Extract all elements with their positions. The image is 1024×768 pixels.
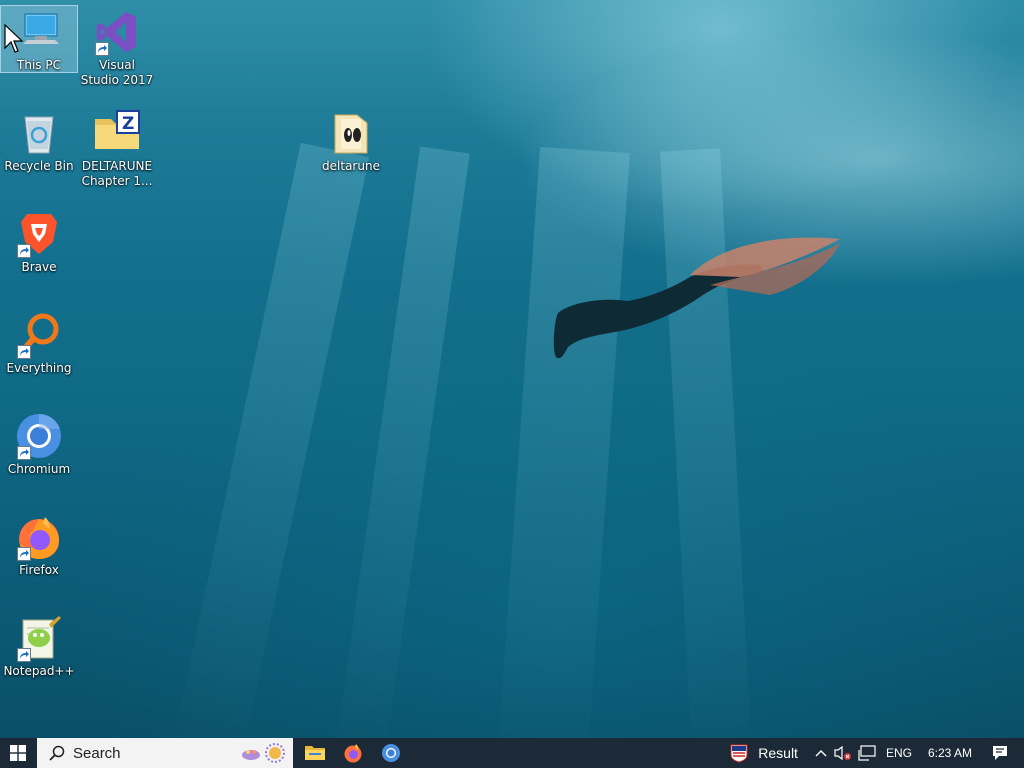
nfl-shield-icon [730, 744, 748, 763]
wallpaper-light-ray [333, 146, 470, 738]
notepad-plus-plus-icon [15, 614, 63, 662]
network-button[interactable] [854, 738, 880, 768]
zip-folder-icon: Z [93, 109, 141, 157]
desktop-icon-deltarune-zip[interactable]: Z DELTARUNE Chapter 1... [79, 107, 155, 189]
show-desktop-button[interactable] [1018, 738, 1024, 768]
mouse-cursor-icon [4, 24, 24, 53]
taskbar-chromium[interactable] [371, 738, 411, 768]
network-icon [858, 745, 876, 761]
desktop-icon-everything[interactable]: Everything [1, 309, 77, 376]
desktop-icon-chromium[interactable]: Chromium [1, 410, 77, 477]
brave-icon [15, 210, 63, 258]
desktop-icon-label: DELTARUNE Chapter 1... [81, 159, 153, 188]
tray-widget[interactable]: Result [724, 738, 804, 768]
shortcut-arrow-icon [17, 547, 31, 561]
search-icon [49, 745, 65, 761]
search-placeholder: Search [73, 744, 121, 762]
start-button[interactable] [0, 738, 36, 768]
shortcut-arrow-icon [95, 42, 109, 56]
recycle-bin-icon [15, 109, 63, 157]
desktop-icon-label: Brave [21, 260, 57, 274]
clock[interactable]: 6:23 AM [918, 738, 982, 768]
taskbar-file-explorer[interactable] [295, 738, 335, 768]
search-input[interactable]: Search [37, 738, 293, 768]
firefox-icon [15, 513, 63, 561]
shortcut-arrow-icon [17, 345, 31, 359]
windows-start-icon [10, 745, 26, 761]
volume-button[interactable] [832, 738, 854, 768]
language-label: ENG [885, 746, 912, 760]
chromium-icon [382, 744, 400, 762]
wallpaper-light-ray [171, 142, 370, 738]
desktop-icon-label: Visual Studio 2017 [80, 58, 154, 87]
desktop-icon-brave[interactable]: Brave [1, 208, 77, 275]
desktop-icon-label: This PC [17, 58, 61, 72]
notification-icon [993, 746, 1007, 760]
taskbar: Search Result ENG 6:23 AM [0, 738, 1024, 768]
everything-icon [15, 311, 63, 359]
shortcut-arrow-icon [17, 446, 31, 460]
taskbar-firefox[interactable] [335, 738, 371, 768]
volume-muted-icon [834, 745, 851, 761]
desktop-icon-label: Firefox [19, 563, 59, 577]
tray-widget-label: Result [758, 745, 798, 761]
search-highlight-icon [242, 743, 285, 763]
svg-text:Z: Z [122, 114, 134, 134]
chromium-icon [15, 412, 63, 460]
desktop-icon-notepad-plus-plus[interactable]: Notepad++ [1, 612, 77, 679]
chevron-up-icon [815, 750, 827, 757]
desktop-icon-label: Recycle Bin [4, 159, 74, 173]
visual-studio-icon [93, 8, 141, 56]
wallpaper-diver [553, 237, 840, 359]
language-indicator[interactable]: ENG [880, 738, 918, 768]
folder-icon [327, 109, 375, 157]
desktop-icon-label: Notepad++ [3, 664, 75, 678]
firefox-icon [344, 744, 362, 763]
shortcut-arrow-icon [17, 244, 31, 258]
desktop-icon-label: Everything [6, 361, 72, 375]
show-hidden-icons-button[interactable] [810, 738, 832, 768]
desktop-icon-deltarune-folder[interactable]: deltarune [313, 107, 389, 174]
desktop-icon-firefox[interactable]: Firefox [1, 511, 77, 578]
desktop-icon-label: Chromium [7, 462, 71, 476]
desktop-icon-recycle-bin[interactable]: Recycle Bin [1, 107, 77, 174]
clock-time: 6:23 AM [927, 746, 972, 760]
desktop-icon-visual-studio[interactable]: Visual Studio 2017 [79, 6, 155, 88]
shortcut-arrow-icon [17, 648, 31, 662]
desktop-icon-label: deltarune [322, 159, 380, 173]
action-center-button[interactable] [982, 738, 1018, 768]
desktop[interactable]: This PC Visual Studio 2017 Recycle Bin Z… [0, 0, 1024, 738]
file-explorer-icon [305, 746, 325, 760]
